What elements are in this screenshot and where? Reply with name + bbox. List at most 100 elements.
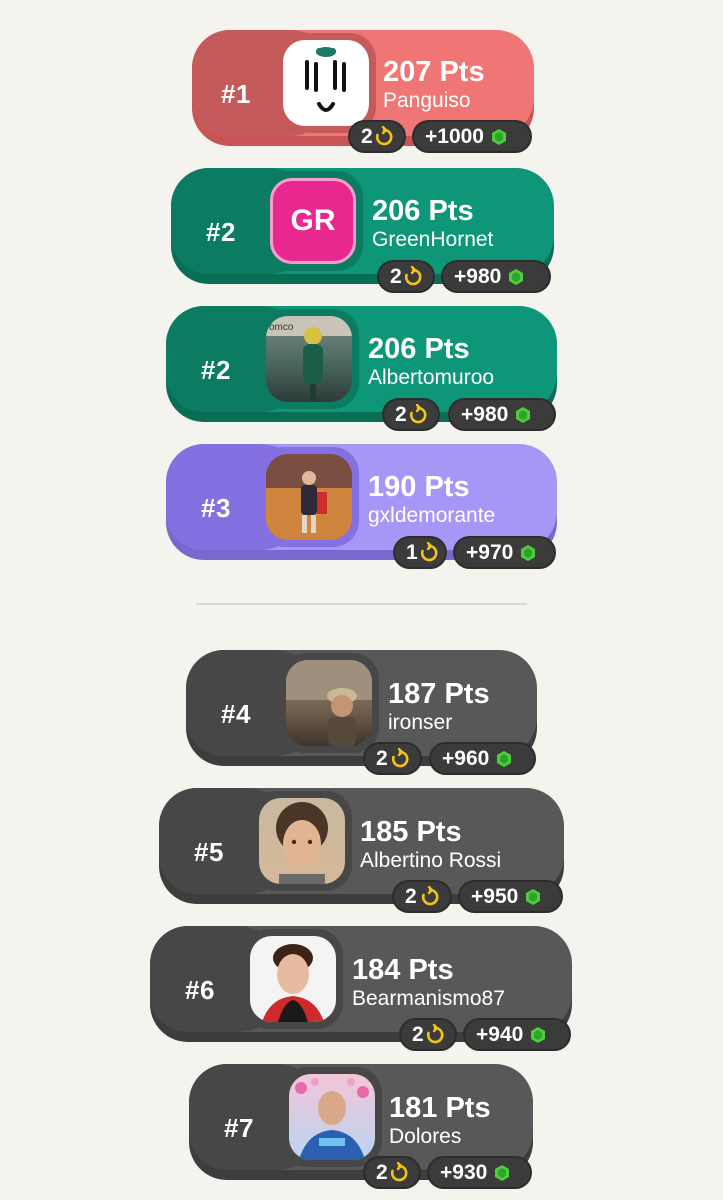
entry-info: 190 Pts gxldemorante	[368, 471, 495, 528]
green-gem-icon	[526, 888, 541, 905]
entry-info: 185 Pts Albertino Rossi	[360, 816, 501, 873]
badge-count: 2	[361, 124, 373, 148]
leaderboard-row-6[interactable]: #5 185 Pts Albertino Rossi 2 +950	[159, 788, 564, 916]
reward-text: +980	[454, 264, 502, 288]
points-text: 187 Pts	[388, 678, 490, 710]
badge-pill: 2	[377, 260, 435, 293]
podium-divider	[196, 603, 527, 605]
green-gem-icon	[521, 544, 536, 561]
username-text: ironser	[388, 711, 453, 734]
username-text: Bearmanismo87	[352, 987, 505, 1010]
username-text: Albertomuroo	[368, 366, 495, 389]
badge-count: 2	[376, 1160, 388, 1184]
hat-drawing-icon	[305, 47, 346, 112]
username-text: Panguiso	[383, 89, 471, 112]
points-text: 184 Pts	[352, 954, 454, 986]
entry-info: 207 Pts Panguiso	[383, 56, 485, 113]
points-text: 206 Pts	[368, 333, 470, 365]
username-text: gxldemorante	[368, 504, 496, 527]
entry-info: 187 Pts ironser	[388, 678, 490, 735]
leaderboard-row-7[interactable]: #6 184 Pts Bearmanismo87 2 +940	[150, 926, 572, 1054]
avatar[interactable]	[289, 1074, 375, 1160]
reward-text: +950	[471, 884, 519, 908]
username-text: GreenHornet	[372, 228, 494, 251]
reward-pill: +1000	[412, 120, 532, 153]
reward-pill: +930	[427, 1156, 532, 1189]
avatar[interactable]	[250, 936, 336, 1022]
avatar-frame: omco	[259, 309, 359, 409]
username-text: Dolores	[389, 1125, 462, 1148]
leaderboard-row-2[interactable]: #2 GR 206 Pts GreenHornet 2 +980	[171, 168, 554, 296]
avatar-frame	[276, 33, 376, 133]
reward-text: +970	[466, 540, 514, 564]
avatar-frame	[243, 929, 343, 1029]
leaderboard-row-4[interactable]: #3 190 Pts gxldemorante 1 +970	[166, 444, 557, 572]
avatar[interactable]	[286, 660, 372, 746]
reward-pill: +980	[441, 260, 551, 293]
leaderboard-row-1[interactable]: #1 207 Pts Panguiso 2 +1000	[192, 30, 534, 158]
desert-man-photo-icon	[286, 660, 372, 746]
reward-pill: +970	[453, 536, 556, 569]
refresh-coin-icon	[389, 747, 411, 770]
leaderboard-row-3[interactable]: #2 omco 206 Pts Albertomuroo 2 +980	[166, 306, 557, 434]
avatar-frame	[252, 791, 352, 891]
rank-label: #6	[185, 974, 215, 1005]
badge-pill: 2	[363, 1156, 421, 1189]
points-text: 206 Pts	[372, 195, 474, 227]
refresh-coin-icon	[373, 125, 395, 148]
avatar[interactable]	[259, 798, 345, 884]
badge-count: 2	[376, 746, 388, 770]
green-gem-icon	[497, 750, 512, 767]
green-gem-icon	[509, 268, 524, 285]
avatar[interactable]: GR	[270, 178, 356, 264]
reward-text: +960	[442, 746, 490, 770]
badge-count: 2	[395, 402, 407, 426]
avatar-frame: GR	[263, 171, 363, 271]
entry-info: 181 Pts Dolores	[389, 1092, 491, 1149]
green-gem-icon	[531, 1026, 546, 1043]
badge-count: 2	[412, 1022, 424, 1046]
badge-count: 2	[405, 884, 417, 908]
bullring-photo-icon	[266, 454, 352, 540]
curly-hair-photo-icon	[276, 802, 328, 884]
badge-pill: 1	[393, 536, 447, 569]
avatar[interactable]	[283, 40, 369, 126]
refresh-coin-icon	[407, 403, 429, 426]
username-text: Albertino Rossi	[360, 849, 502, 872]
reward-pill: +960	[429, 742, 536, 775]
driver-photo-icon: omco	[266, 316, 352, 402]
reward-pill: +940	[463, 1018, 571, 1051]
leaderboard-row-5[interactable]: #4 187 Pts ironser 2 +960	[186, 650, 537, 778]
avatar[interactable]: omco	[266, 316, 352, 402]
points-text: 207 Pts	[383, 56, 485, 88]
points-text: 185 Pts	[360, 816, 462, 848]
svg-text:omco: omco	[269, 322, 294, 333]
green-gem-icon	[516, 406, 531, 423]
badge-count: 1	[406, 540, 418, 564]
badge-count: 2	[390, 264, 402, 288]
badge-pill: 2	[399, 1018, 457, 1051]
avatar-frame	[259, 447, 359, 547]
badge-pill: 2	[392, 880, 452, 913]
entry-info: 184 Pts Bearmanismo87	[352, 954, 505, 1011]
entry-info: 206 Pts Albertomuroo	[368, 333, 494, 390]
refresh-coin-icon	[418, 541, 440, 564]
rank-label: #5	[194, 836, 224, 867]
avatar-frame	[279, 653, 379, 753]
green-gem-icon	[491, 128, 506, 145]
refresh-coin-icon	[388, 1161, 410, 1184]
leaderboard-row-8[interactable]: #7 181 Pts Dolores 2 +930	[189, 1064, 533, 1192]
rank-label: #7	[224, 1112, 254, 1143]
points-text: 190 Pts	[368, 471, 470, 503]
avatar[interactable]	[266, 454, 352, 540]
avatar-frame	[282, 1067, 382, 1167]
green-gem-icon	[495, 1164, 510, 1181]
reward-text: +980	[461, 402, 509, 426]
flower-driver-photo-icon	[295, 1078, 369, 1160]
rank-label: #2	[201, 354, 231, 385]
refresh-coin-icon	[402, 265, 424, 288]
reward-pill: +980	[448, 398, 556, 431]
young-driver-photo-icon	[262, 944, 324, 1022]
rank-label: #4	[221, 698, 251, 729]
refresh-coin-icon	[419, 885, 441, 908]
